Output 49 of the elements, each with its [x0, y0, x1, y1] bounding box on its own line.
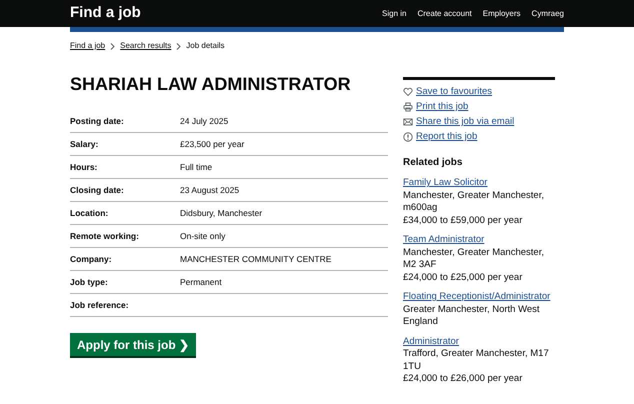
apply-button[interactable]: Apply for this job ❯ — [70, 333, 196, 356]
action-link[interactable]: Save to favourites — [416, 85, 492, 98]
action-link[interactable]: Share this job via email — [416, 115, 514, 128]
detail-label: Company: — [70, 252, 113, 266]
job-salary: £34,000 to £59,000 per year — [403, 214, 522, 227]
detail-value: 23 August 2025 — [180, 184, 240, 196]
related-jobs-heading: Related jobs — [403, 156, 464, 170]
job-link[interactable]: Floating Receptionist/Administrator — [403, 291, 550, 304]
job-location: Greater Manchester, North West England — [403, 304, 541, 328]
printer-icon — [403, 102, 413, 112]
nav-link[interactable]: Cymraeg — [532, 8, 564, 20]
detail-label: Job reference: — [70, 298, 130, 312]
detail-value: £23,500 per year — [180, 138, 244, 150]
detail-label: Job type: — [70, 276, 109, 288]
detail-value: MANCHESTER COMMUNITY CENTRE — [180, 252, 332, 266]
breadcrumb-current: Job details — [186, 40, 225, 52]
nav-link[interactable]: Sign in — [382, 8, 406, 20]
detail-label: Closing date: — [70, 184, 125, 196]
nav-link[interactable]: Create account — [417, 8, 472, 20]
detail-value: 24 July 2025 — [180, 114, 228, 128]
detail-value: Full time — [180, 160, 212, 174]
job-location: Trafford, Greater Manchester, M17 1TU — [403, 348, 550, 373]
detail-label: Salary: — [70, 138, 100, 150]
job-location: Manchester, Greater Manchester, m600ag — [403, 190, 545, 214]
job-link[interactable]: Administrator — [403, 336, 459, 348]
detail-label: Remote working: — [70, 230, 140, 242]
chevron-icon — [110, 42, 116, 50]
heart-icon — [403, 86, 413, 96]
job-salary: £24,000 to £26,000 per year — [403, 373, 522, 386]
detail-value: Didsbury, Manchester — [180, 206, 262, 220]
action-link[interactable]: Report this job — [416, 130, 478, 143]
detail-label: Posting date: — [70, 114, 125, 128]
job-salary: £24,000 to £25,000 per year — [403, 272, 522, 284]
action-link[interactable]: Print this job — [416, 100, 468, 113]
job-location: Manchester, Greater Manchester, M2 3AF — [403, 246, 545, 272]
site-title[interactable]: Find a job — [70, 2, 141, 25]
job-link[interactable]: Team Administrator — [403, 234, 484, 246]
detail-value: Permanent — [180, 276, 222, 288]
nav-link[interactable]: Employers — [482, 8, 521, 20]
breadcrumb-link[interactable]: Find a job — [70, 40, 106, 52]
detail-label: Hours: — [70, 160, 98, 174]
envelope-icon — [403, 116, 413, 126]
breadcrumb-link[interactable]: Search results — [120, 40, 172, 52]
job-link[interactable]: Family Law Solicitor — [403, 177, 488, 190]
warning-icon — [403, 132, 413, 142]
chevron-icon — [176, 42, 182, 50]
job-title: SHARIAH LAW ADMINISTRATOR — [70, 73, 352, 96]
detail-value: On-site only — [180, 230, 226, 242]
detail-label: Location: — [70, 206, 110, 220]
